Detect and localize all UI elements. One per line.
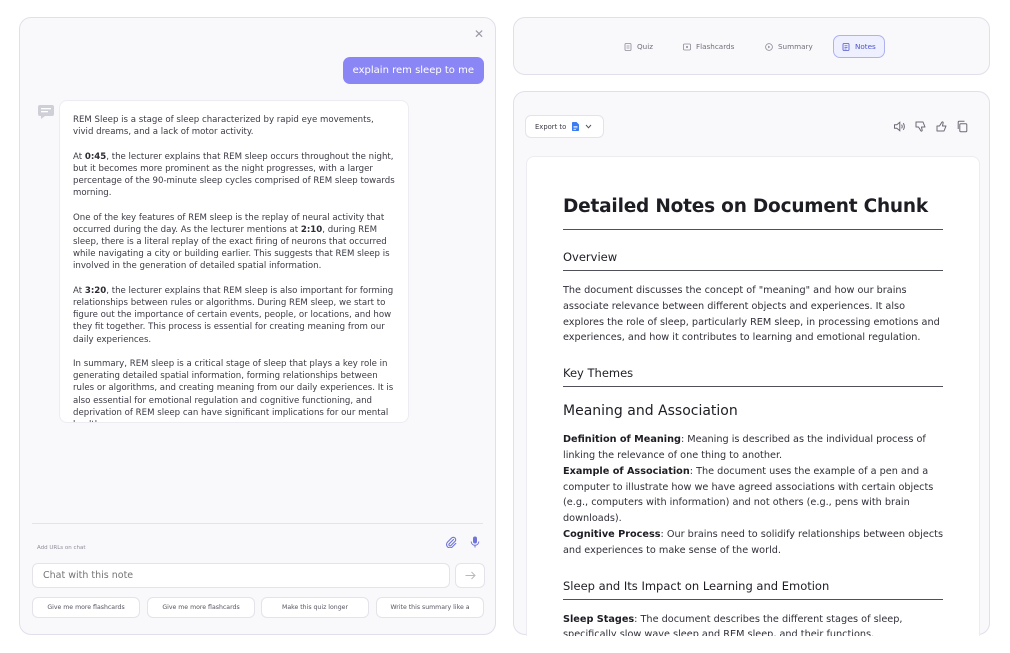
send-button[interactable]	[455, 563, 485, 588]
timestamp: 2:10	[300, 224, 323, 235]
chat-input[interactable]	[32, 563, 450, 588]
flashcards-icon	[683, 43, 691, 50]
copy-icon[interactable]	[956, 120, 969, 133]
mode-tabs-panel: Quiz Flashcards Summary Notes	[513, 17, 990, 75]
thumbs-down-icon[interactable]	[914, 120, 927, 133]
thumbs-up-icon[interactable]	[935, 120, 948, 133]
note-item: Definition of Meaning: Meaning is descri…	[563, 432, 943, 464]
divider	[32, 523, 483, 524]
note-term: Example of Association	[563, 465, 690, 477]
note-term: Cognitive Process	[563, 528, 661, 540]
subheading-meaning: Meaning and Association	[563, 403, 738, 420]
message-text: , the lecturer explains that REM sleep i…	[73, 285, 394, 345]
note-term: Sleep Stages	[563, 613, 635, 625]
close-icon[interactable]: ✕	[473, 28, 485, 40]
tab-label: Notes	[855, 42, 876, 51]
message-text: At	[73, 151, 85, 162]
quiz-icon	[624, 42, 632, 51]
tab-label: Quiz	[637, 42, 653, 51]
timestamp: 3:20	[84, 285, 107, 296]
notes-icon	[842, 42, 850, 51]
export-label: Export to	[535, 122, 567, 131]
suggestion-chip[interactable]: Give me more flashcards	[32, 597, 140, 618]
assistant-paragraph: In summary, REM sleep is a critical stag…	[73, 358, 395, 422]
note-actions	[893, 120, 969, 133]
overview-paragraph: The document discusses the concept of "m…	[563, 285, 940, 344]
assistant-chat-icon	[38, 105, 54, 119]
tab-label: Summary	[778, 42, 813, 51]
notes-panel: Export to Detailed Notes on Document Chu…	[513, 91, 990, 636]
note-term: Definition of Meaning	[563, 434, 681, 446]
suggestion-chip[interactable]: Write this summary like a	[376, 597, 484, 618]
notes-title: Detailed Notes on Document Chunk	[563, 195, 943, 230]
section-heading-key-themes: Key Themes	[563, 366, 943, 388]
message-text: , the lecturer explains that REM sleep o…	[73, 151, 395, 199]
notes-document: Detailed Notes on Document Chunk Overvie…	[526, 156, 980, 636]
message-text: REM Sleep is a stage of sleep characteri…	[73, 115, 374, 138]
message-text: At	[73, 285, 85, 296]
google-docs-icon	[572, 122, 580, 131]
suggestion-chip[interactable]: Give me more flashcards	[147, 597, 255, 618]
assistant-paragraph: One of the key features of REM sleep is …	[73, 212, 395, 273]
user-message-bubble: explain rem sleep to me	[342, 57, 484, 84]
assistant-paragraph: At 3:20, the lecturer explains that REM …	[73, 285, 395, 346]
meaning-list: Definition of Meaning: Meaning is descri…	[563, 432, 943, 558]
export-dropdown[interactable]: Export to	[525, 115, 604, 138]
summary-icon	[765, 42, 773, 51]
chevron-down-icon	[585, 124, 592, 129]
section-heading-sleep: Sleep and Its Impact on Learning and Emo…	[563, 579, 943, 600]
tab-notes[interactable]: Notes	[833, 35, 885, 58]
arrow-right-icon	[465, 571, 476, 580]
chat-panel: ✕ explain rem sleep to me REM Sleep is a…	[19, 17, 496, 635]
sleep-list: Sleep Stages: The document describes the…	[563, 612, 943, 636]
note-item: Cognitive Process: Our brains need to so…	[563, 527, 943, 559]
note-item: Example of Association: The document use…	[563, 464, 943, 527]
message-text: In summary, REM sleep is a critical stag…	[73, 359, 394, 422]
suggestion-chip[interactable]: Make this quiz longer	[261, 597, 369, 618]
tab-summary[interactable]: Summary	[757, 35, 821, 58]
assistant-paragraph: At 0:45, the lecturer explains that REM …	[73, 151, 395, 200]
assistant-message: REM Sleep is a stage of sleep characteri…	[59, 100, 409, 423]
add-urls-label: Add URLs on chat	[37, 545, 86, 551]
tab-flashcards[interactable]: Flashcards	[675, 35, 742, 58]
speaker-icon[interactable]	[893, 120, 906, 133]
microphone-icon[interactable]	[470, 536, 480, 548]
assistant-paragraph: REM Sleep is a stage of sleep characteri…	[73, 114, 395, 138]
tab-quiz[interactable]: Quiz	[616, 35, 661, 58]
attachment-icon[interactable]	[445, 536, 457, 548]
section-heading-overview: Overview	[563, 250, 943, 271]
timestamp: 0:45	[84, 151, 107, 162]
tab-label: Flashcards	[696, 42, 735, 51]
note-item: Sleep Stages: The document describes the…	[563, 612, 943, 636]
